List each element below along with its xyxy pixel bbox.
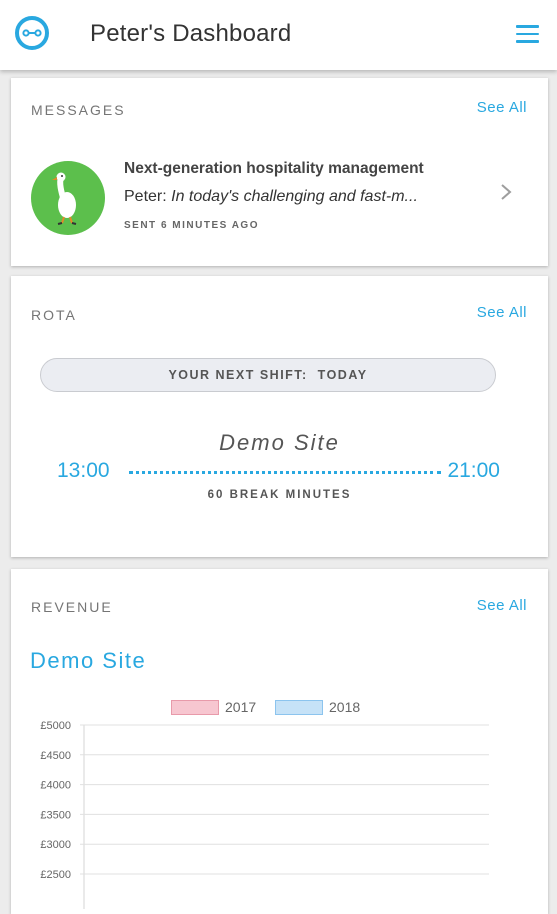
messages-heading: MESSAGES xyxy=(31,102,126,118)
chevron-right-icon[interactable] xyxy=(500,183,512,206)
messages-see-all-link[interactable]: See All xyxy=(477,99,527,116)
page-title: Peter's Dashboard xyxy=(90,20,292,47)
legend-2017[interactable]: 2017 xyxy=(171,699,256,715)
message-sender: Peter: xyxy=(124,188,167,205)
revenue-site-name: Demo Site xyxy=(30,648,147,673)
shift-duration-line xyxy=(129,471,441,474)
shift-start-time: 13:00 xyxy=(57,459,110,482)
revenue-see-all-link[interactable]: See All xyxy=(477,597,527,614)
next-shift-badge: YOUR NEXT SHIFT: TODAY xyxy=(40,358,496,392)
legend-swatch-2017 xyxy=(171,700,219,715)
rota-see-all-link[interactable]: See All xyxy=(477,304,527,321)
goose-avatar-icon xyxy=(31,161,105,235)
legend-2018[interactable]: 2018 xyxy=(275,699,360,715)
legend-label-2017: 2017 xyxy=(225,699,257,715)
legend-swatch-2018 xyxy=(275,700,323,715)
revenue-heading: REVENUE xyxy=(31,599,113,615)
y-tick-label: £3000 xyxy=(40,839,71,851)
message-preview: Peter: In today's challenging and fast-m… xyxy=(124,188,444,206)
logo-icon[interactable] xyxy=(15,16,49,50)
rota-card: ROTA See All YOUR NEXT SHIFT: TODAY Demo… xyxy=(11,276,548,557)
message-title: Next-generation hospitality management xyxy=(124,160,424,177)
hamburger-menu-icon[interactable] xyxy=(516,25,539,43)
revenue-chart: £5000 £4500 £4000 £3500 £3000 £2500 xyxy=(40,720,489,909)
rota-heading: ROTA xyxy=(31,307,77,323)
messages-card: MESSAGES See All Next-generation hospita… xyxy=(11,78,548,266)
message-body: In today's challenging and fast-m... xyxy=(171,188,418,205)
y-tick-label: £5000 xyxy=(40,720,71,732)
y-tick-label: £4000 xyxy=(40,780,71,792)
message-timestamp: SENT 6 MINUTES AGO xyxy=(124,220,259,231)
shift-end-time: 21:00 xyxy=(447,459,500,482)
revenue-card: REVENUE See All Demo Site 2017 2018 £500… xyxy=(11,569,548,914)
legend-label-2018: 2018 xyxy=(329,699,361,715)
y-tick-label: £3500 xyxy=(40,809,71,821)
y-tick-label: £4500 xyxy=(40,750,71,762)
shift-site-name: Demo Site xyxy=(219,430,340,455)
y-tick-label: £2500 xyxy=(40,869,71,881)
break-minutes-label: 60 BREAK MINUTES xyxy=(207,489,352,501)
app-bar: Peter's Dashboard xyxy=(0,0,557,70)
